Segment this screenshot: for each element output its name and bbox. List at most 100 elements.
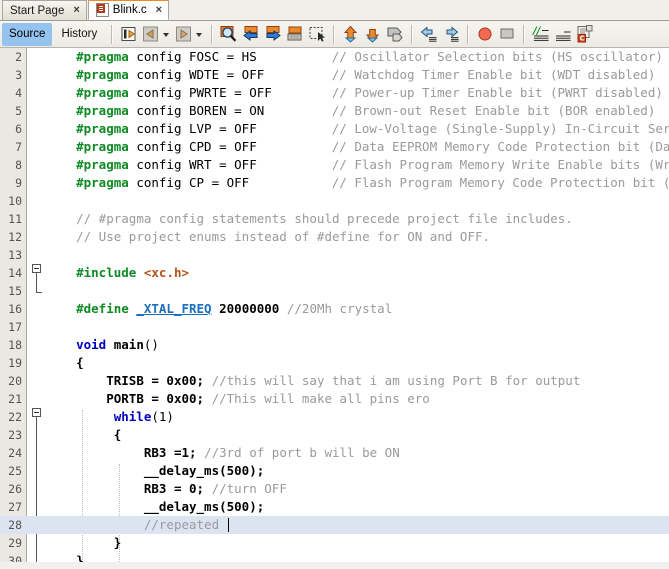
line-number: 14 xyxy=(8,266,22,280)
code-line-text: //repeated xyxy=(143,517,229,532)
shift-left-icon[interactable] xyxy=(419,24,439,44)
line-number: 7 xyxy=(15,140,22,154)
shift-right-icon[interactable] xyxy=(441,24,461,44)
code-line-text: #pragma config WRT = OFF xyxy=(76,157,257,172)
tab-blink-c[interactable]: Blink.c × xyxy=(87,0,170,20)
code-line[interactable]: 30 } xyxy=(0,552,669,562)
code-line[interactable]: 25 __delay_ms(500); xyxy=(0,462,669,480)
code-line[interactable]: 13 xyxy=(0,246,669,264)
tab-close-icon[interactable]: × xyxy=(156,4,162,16)
back-icon[interactable] xyxy=(141,24,161,44)
toggle-highlight-icon[interactable] xyxy=(385,24,405,44)
forward-icon[interactable] xyxy=(174,24,194,44)
start-macro-recording-icon[interactable] xyxy=(475,24,495,44)
comment-icon[interactable]: // xyxy=(531,24,551,44)
code-line[interactable]: 18 void main() xyxy=(0,336,669,354)
next-error-icon[interactable] xyxy=(363,24,383,44)
code-line-text: #pragma config BOREN = ON xyxy=(76,103,265,118)
text-caret xyxy=(227,518,229,532)
toolbar-separator xyxy=(211,24,214,44)
code-line-text: #pragma config CP = OFF xyxy=(76,175,250,190)
history-view-button[interactable]: History xyxy=(54,24,104,45)
code-line[interactable]: 15 xyxy=(0,282,669,300)
code-line[interactable]: 24 RB3 =1; //3rd of port b will be ON xyxy=(0,444,669,462)
line-number: 24 xyxy=(8,446,22,460)
line-number: 16 xyxy=(8,302,22,316)
code-editor[interactable]: 2 #pragma config FOSC = HS // Oscillator … xyxy=(0,48,669,562)
line-number: 8 xyxy=(15,158,22,172)
previous-bookmark-icon[interactable] xyxy=(241,24,261,44)
code-line-text: { xyxy=(113,427,122,442)
code-line[interactable]: 12 // Use project enums instead of #defi… xyxy=(0,228,669,246)
tab-label: Blink.c xyxy=(112,4,147,16)
code-line[interactable]: 3 #pragma config WDTE = OFF // Watchdog T… xyxy=(0,66,669,84)
code-line[interactable]: 7 #pragma config CPD = OFF // Data EEPROM… xyxy=(0,138,669,156)
code-line-text: while(1) xyxy=(113,409,174,424)
code-line-text: // #pragma config statements should prec… xyxy=(76,211,573,226)
code-line[interactable]: 9 #pragma config CP = OFF // Flash Progra… xyxy=(0,174,669,192)
code-line[interactable]: 20 TRISB = 0x00; //this will say that i … xyxy=(0,372,669,390)
previous-error-icon[interactable] xyxy=(341,24,361,44)
line-number: 25 xyxy=(8,464,22,478)
svg-text:C: C xyxy=(580,35,585,43)
code-line[interactable]: 6 #pragma config LVP = OFF // Low-Voltage… xyxy=(0,120,669,138)
line-number: 20 xyxy=(8,374,22,388)
last-edit-icon[interactable] xyxy=(119,24,139,44)
line-number: 9 xyxy=(15,176,22,190)
inspect-icon[interactable]: C xyxy=(575,24,595,44)
line-number: 28 xyxy=(8,518,22,532)
code-line-text: #define _XTAL_FREQ 20000000 //20Mh cryst… xyxy=(76,301,393,316)
line-number: 19 xyxy=(8,356,22,370)
code-line[interactable]: 14 #include <xc.h> xyxy=(0,264,669,282)
code-line[interactable]: 4 #pragma config PWRTE = OFF // Power-up … xyxy=(0,84,669,102)
line-number: 12 xyxy=(8,230,22,244)
code-line[interactable]: 10 xyxy=(0,192,669,210)
code-line-text: #pragma config FOSC = HS xyxy=(76,49,257,64)
code-line-text: { xyxy=(76,355,84,370)
ide-window: Start Page × Blink.c × Source History //… xyxy=(0,0,669,569)
code-line-comment: // Flash Program Memory Write Enable bit… xyxy=(331,157,669,172)
code-line[interactable]: 19 { xyxy=(0,354,669,372)
code-line[interactable]: 2 #pragma config FOSC = HS // Oscillator … xyxy=(0,48,669,66)
line-number: 4 xyxy=(15,86,22,100)
line-number: 27 xyxy=(8,500,22,514)
code-line[interactable]: 23 { xyxy=(0,426,669,444)
code-line-text: RB3 =1; //3rd of port b will be ON xyxy=(143,445,400,460)
code-line[interactable]: 11 // #pragma config statements should p… xyxy=(0,210,669,228)
source-view-button[interactable]: Source xyxy=(2,22,53,46)
toolbar-separator xyxy=(111,24,114,44)
code-line-text: #include <xc.h> xyxy=(76,265,190,280)
code-line[interactable]: 21 PORTB = 0x00; //This will make all pi… xyxy=(0,390,669,408)
stop-macro-icon[interactable] xyxy=(497,24,517,44)
tab-start-page[interactable]: Start Page × xyxy=(2,0,87,20)
code-line[interactable]: 28 //repeated xyxy=(0,516,669,534)
code-line[interactable]: 5 #pragma config BOREN = ON // Brown-out … xyxy=(0,102,669,120)
code-line[interactable]: 29 } xyxy=(0,534,669,552)
code-line-comment: // Flash Program Memory Code Protection … xyxy=(331,175,669,190)
code-line[interactable]: 22 while(1) xyxy=(0,408,669,426)
code-line-comment: // Oscillator Selection bits (HS oscilla… xyxy=(331,49,663,64)
c-file-icon xyxy=(95,3,109,17)
code-line[interactable]: 17 xyxy=(0,318,669,336)
code-line[interactable]: 16 #define _XTAL_FREQ 20000000 //20Mh cr… xyxy=(0,300,669,318)
toggle-rectangular-selection-icon[interactable] xyxy=(307,24,327,44)
code-line-text: TRISB = 0x00; //this will say that i am … xyxy=(106,373,581,388)
code-line[interactable]: 8 #pragma config WRT = OFF // Flash Progr… xyxy=(0,156,669,174)
forward-dropdown-icon[interactable] xyxy=(195,24,204,44)
find-selection-icon[interactable] xyxy=(219,24,239,44)
code-line[interactable]: 27 __delay_ms(500); xyxy=(0,498,669,516)
toggle-bookmark-icon[interactable] xyxy=(285,24,305,44)
code-line-text: #pragma config WDTE = OFF xyxy=(76,67,265,82)
code-line-comment: // Data EEPROM Memory Code Protection bi… xyxy=(331,139,669,154)
toolbar-separator xyxy=(523,24,526,44)
code-line-comment: // Brown-out Reset Enable bit (BOR enabl… xyxy=(331,103,656,118)
next-bookmark-icon[interactable] xyxy=(263,24,283,44)
editor-tab-bar: Start Page × Blink.c × xyxy=(0,0,669,21)
code-line-text: __delay_ms(500); xyxy=(143,499,265,514)
uncomment-icon[interactable] xyxy=(553,24,573,44)
tab-close-icon[interactable]: × xyxy=(73,5,79,16)
code-line-text: __delay_ms(500); xyxy=(143,463,265,478)
back-dropdown-icon[interactable] xyxy=(162,24,171,44)
code-line-list[interactable]: 2 #pragma config FOSC = HS // Oscillator … xyxy=(0,48,669,562)
code-line[interactable]: 26 RB3 = 0; //turn OFF xyxy=(0,480,669,498)
